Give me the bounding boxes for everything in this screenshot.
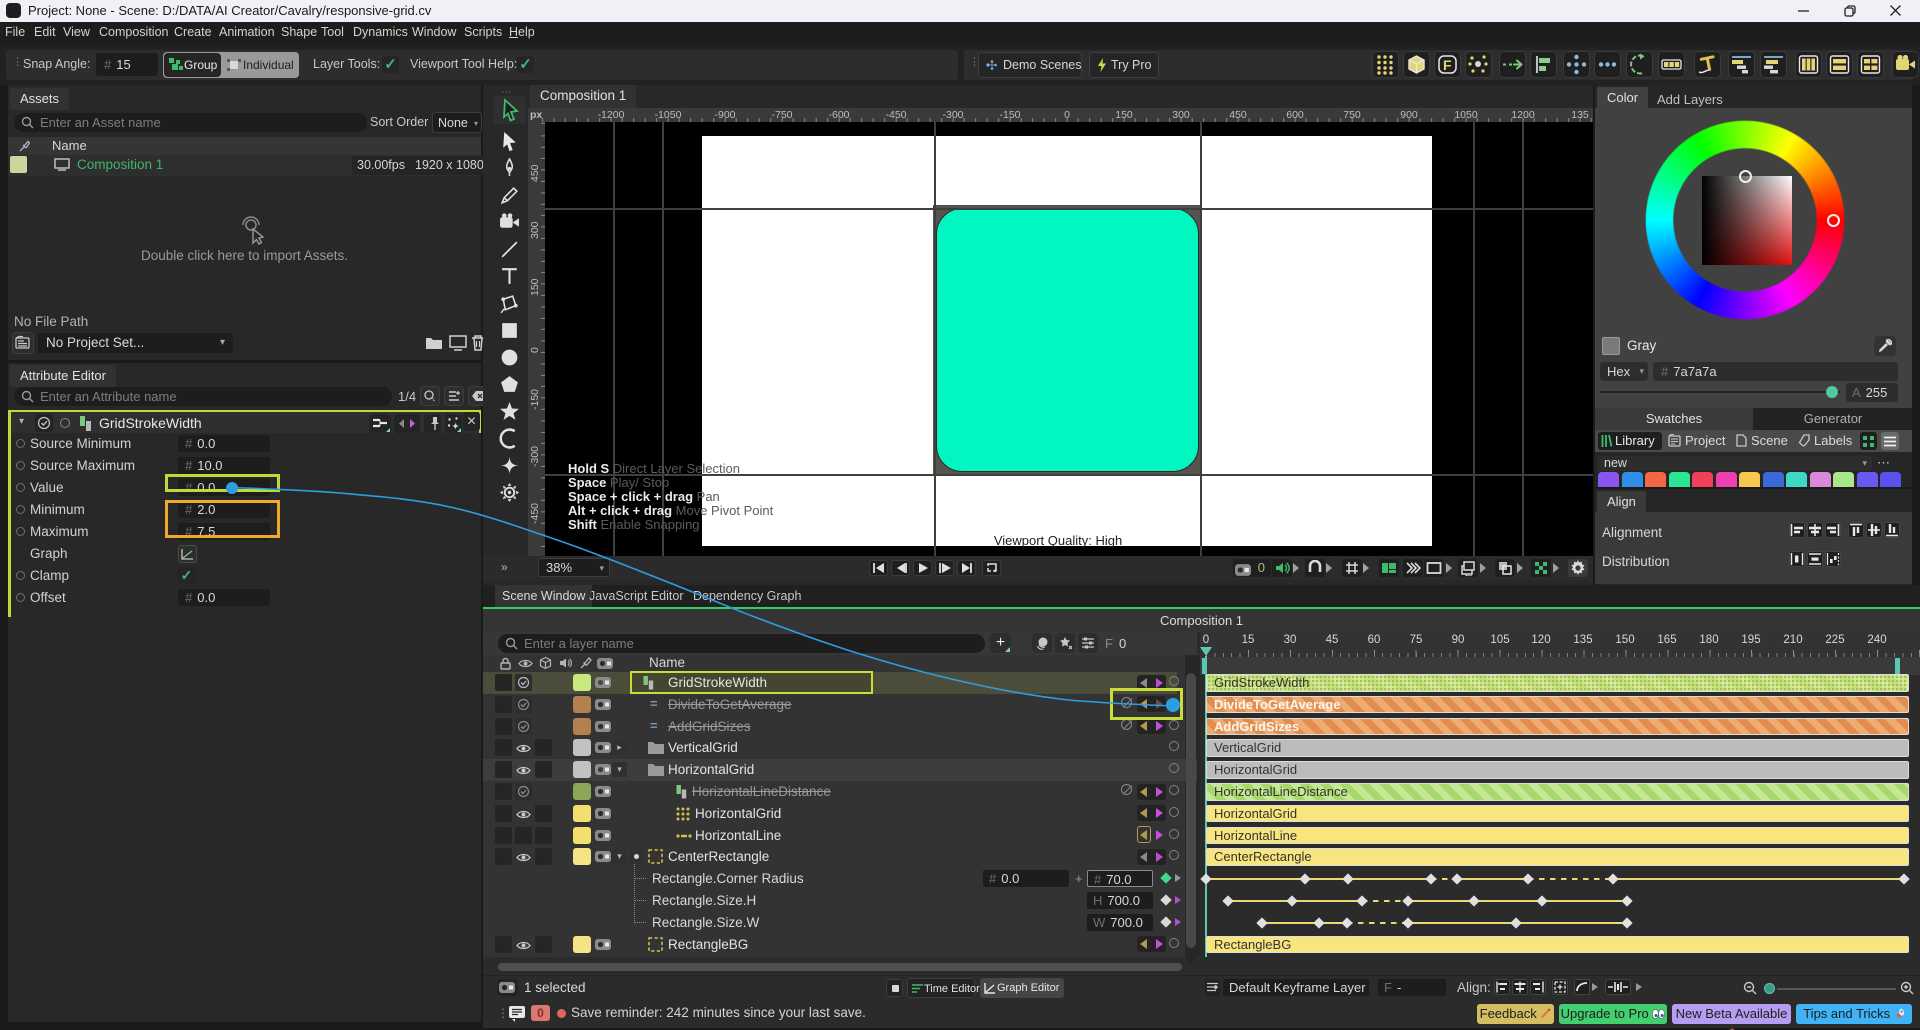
svg-text:F: F	[1443, 57, 1452, 73]
